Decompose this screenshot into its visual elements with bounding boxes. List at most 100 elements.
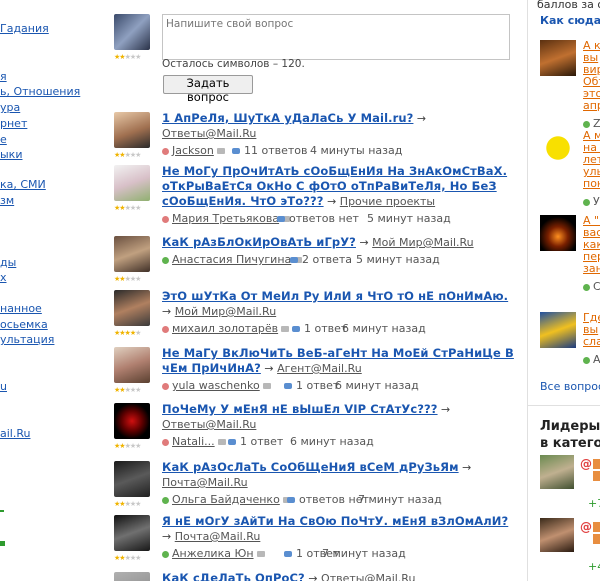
mail-icon[interactable] (281, 326, 290, 332)
author-name-link[interactable]: Natali... (172, 435, 215, 448)
author-name-link[interactable]: михаил золотарёв (172, 322, 278, 335)
answers-count[interactable]: 11 ответов (232, 144, 308, 158)
current-user-avatar[interactable] (114, 14, 150, 50)
leader-name-fragment[interactable] (593, 459, 600, 469)
question-category-link[interactable]: Почта@Mail.Ru (175, 530, 261, 543)
popular-question-meta: А (583, 354, 600, 366)
leader-name-fragment[interactable] (593, 471, 600, 481)
popular-question-thumb[interactable] (540, 215, 576, 251)
author-avatar[interactable] (114, 403, 150, 439)
answers-count[interactable]: ответов нет (277, 212, 359, 226)
author-name-link[interactable]: Анжелика Юн (172, 547, 254, 560)
sidebar-category-link[interactable]: рнет (0, 117, 27, 130)
question-item: ПоЧеМу У мЕнЯ нЕ вЫшЕл VIP СтАтУс??? → О… (162, 402, 517, 449)
popular-question-thumb[interactable] (540, 130, 576, 166)
author-name-link[interactable]: Jackson (172, 144, 214, 157)
sidebar-green-marker (0, 510, 4, 512)
question-category-link[interactable]: Мой Мир@Mail.Ru (372, 236, 473, 249)
leader-name-fragment[interactable] (593, 534, 600, 544)
question-title-link[interactable]: ПоЧеМу У мЕнЯ нЕ вЫшЕл VIP СтАтУс??? (162, 402, 438, 416)
question-title-link[interactable]: КаК рАзОсЛаТь СоОбЩеНиЯ вСеМ дРуЗьЯм (162, 460, 459, 474)
mail-icon[interactable] (262, 383, 271, 389)
leader-avatar[interactable] (540, 455, 574, 489)
sidebar-category-link[interactable]: е (0, 133, 7, 146)
question-category-link[interactable]: Агент@Mail.Ru (277, 362, 362, 375)
popular-question-thumb[interactable] (540, 312, 576, 348)
question-title-link[interactable]: КаК рАзБлОкИрОвАтЬ иГрУ? (162, 235, 356, 249)
sidebar-category-link[interactable]: нанное (0, 302, 42, 315)
sidebar-category-link[interactable]: Гадания (0, 22, 49, 35)
main-content: ★★★★★ Осталось символов – 120. Задать во… (112, 0, 524, 581)
ask-question-button[interactable]: Задать вопрос (163, 75, 253, 104)
arrow-icon: → (260, 362, 278, 375)
question-title-link[interactable]: КаК сДеЛаТь ОпРоС? (162, 571, 305, 581)
question-time: 6 минут назад (290, 435, 374, 448)
sidebar-category-link[interactable]: u (0, 380, 7, 393)
comment-bubble-icon (228, 439, 236, 445)
author-name-link[interactable]: Анастасия Пичугина (172, 253, 291, 266)
author-avatar[interactable] (114, 347, 150, 383)
question-time: 4 минуты назад (310, 144, 403, 157)
answers-count[interactable]: 1 ответ (284, 379, 339, 393)
mail-icon[interactable] (256, 551, 265, 557)
question-category-link[interactable]: Ответы@Mail.Ru (162, 127, 256, 140)
sidebar-category-link[interactable]: осьемка (0, 318, 48, 331)
popular-question-thumb[interactable] (540, 40, 576, 76)
online-status-icon (162, 147, 169, 155)
sidebar-category-link[interactable]: ка, СМИ (0, 178, 46, 191)
popular-question-link[interactable]: зано (583, 263, 600, 275)
sidebar-category-link[interactable]: х (0, 271, 7, 284)
leader-score: +7 (588, 497, 600, 510)
author-avatar[interactable] (114, 461, 150, 497)
mail-icon[interactable] (216, 148, 225, 154)
online-status-icon (583, 356, 590, 364)
question-category-link[interactable]: Почта@Mail.Ru (162, 476, 248, 489)
sidebar-category-link[interactable]: зм (0, 194, 14, 207)
author-avatar[interactable] (114, 236, 150, 272)
how-to-get-here-link[interactable]: Как сюда поп (540, 14, 600, 27)
popular-question-author[interactable]: У (593, 195, 600, 208)
question-category-link[interactable]: Ответы@Mail.Ru (162, 418, 256, 431)
popular-question-link[interactable]: пон (583, 178, 600, 190)
question-title-link[interactable]: 1 АпРеЛя, ШуТкА уДаЛаСь У Mail.ru? (162, 111, 413, 125)
leader-avatar[interactable] (540, 518, 574, 552)
question-title-link[interactable]: Я нЕ мОгУ зАйТи На СвОю ПоЧтУ. мЕнЯ вЗлО… (162, 514, 508, 528)
author-avatar[interactable] (114, 515, 150, 551)
online-status-icon (162, 215, 169, 223)
current-user-rating: ★★★★★ (114, 53, 141, 61)
all-questions-link[interactable]: Все вопросы- (540, 380, 600, 393)
popular-question-link[interactable]: апр (583, 100, 600, 112)
sidebar-category-link[interactable]: ультация (0, 333, 54, 346)
sidebar-category-link[interactable]: ды (0, 256, 16, 269)
author-rating: ★★★★★ (114, 275, 141, 283)
sidebar-category-link[interactable]: ура (0, 101, 20, 114)
question-title-link[interactable]: ЭтО шУтКа От МеИл Ру ИлИ я ЧтО тО нЕ пОн… (162, 289, 508, 303)
answers-count[interactable]: 2 ответа (290, 253, 352, 267)
question-category-link[interactable]: Прочие проекты (340, 195, 435, 208)
sidebar-category-link[interactable]: я (0, 70, 7, 83)
question-input[interactable] (162, 14, 510, 60)
author-name-link[interactable]: Ольга Байдаченко (172, 493, 280, 506)
author-avatar[interactable] (114, 112, 150, 148)
mail-icon[interactable] (217, 439, 226, 445)
question-category-link[interactable]: Ответы@Mail.Ru (321, 572, 415, 581)
author-avatar[interactable] (114, 165, 150, 201)
answers-count[interactable]: 1 ответ (292, 322, 347, 336)
answers-count-text: 1 ответ (304, 322, 348, 335)
sidebar-category-link[interactable]: ail.Ru (0, 427, 30, 440)
comment-bubble-icon (277, 216, 285, 222)
question-item: КаК рАзОсЛаТь СоОбЩеНиЯ вСеМ дРуЗьЯм → П… (162, 460, 517, 507)
answers-count[interactable]: ответов нет (287, 493, 369, 507)
popular-question-author[interactable]: С (593, 280, 600, 293)
answers-count[interactable]: 1 ответ (228, 435, 283, 449)
sidebar-category-link[interactable]: ыки (0, 148, 22, 161)
author-avatar[interactable] (114, 572, 150, 581)
popular-question-link[interactable]: сла (583, 336, 600, 348)
popular-question-author[interactable]: А (593, 353, 600, 366)
author-name-link[interactable]: yula waschenko (172, 379, 260, 392)
leader-name-fragment[interactable] (593, 522, 600, 532)
sidebar-category-link[interactable]: ь, Отношения (0, 85, 80, 98)
author-avatar[interactable] (114, 290, 150, 326)
author-name-link[interactable]: Мария Третьякова (172, 212, 279, 225)
question-category-link[interactable]: Мой Мир@Mail.Ru (175, 305, 276, 318)
